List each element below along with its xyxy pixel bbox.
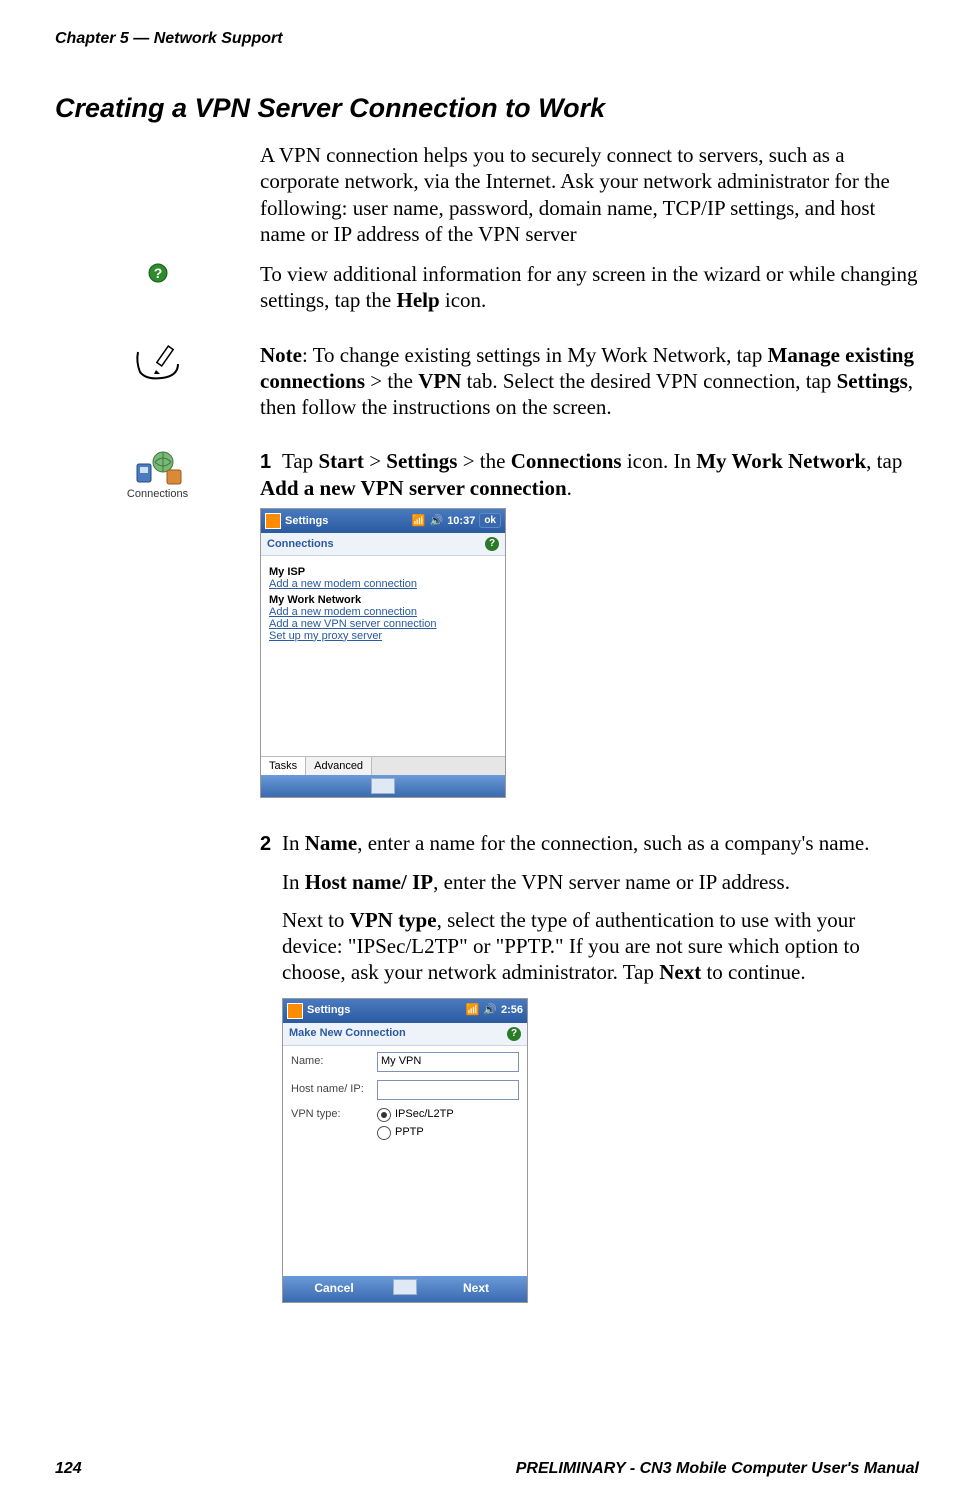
mock2-host-label: Host name/ IP: — [291, 1083, 369, 1097]
start-flag-icon — [265, 513, 281, 529]
mock2-name-label: Name: — [291, 1055, 369, 1069]
intro-paragraph: A VPN connection helps you to securely c… — [260, 142, 919, 247]
footer-manual-title: PRELIMINARY - CN3 Mobile Computer User's… — [516, 1460, 919, 1478]
mock1-title: Settings — [285, 515, 328, 527]
start-flag-icon — [287, 1003, 303, 1019]
step-2-block: 2In Name, enter a name for the connectio… — [260, 830, 919, 1303]
mock1-titlebar: Settings 📶 🔊 10:37 ok — [261, 509, 505, 533]
running-head: Chapter 5 — Network Support — [55, 30, 919, 48]
mock2-name-input[interactable]: My VPN — [377, 1052, 519, 1072]
help-icon: ? — [148, 263, 168, 283]
step-2-p2: In Host name/ IP, enter the VPN server n… — [282, 869, 919, 895]
mock2-radio-ipsec[interactable]: IPSec/L2TP — [377, 1108, 454, 1122]
keyboard-icon[interactable] — [393, 1279, 417, 1295]
page-number: 124 — [55, 1460, 82, 1478]
mock2-softbar: Cancel Next — [283, 1276, 527, 1302]
mock2-titlebar: Settings 📶 🔊 2:56 — [283, 999, 527, 1023]
mock1-group-isp: My ISP — [269, 566, 497, 578]
mock1-tab-tasks[interactable]: Tasks — [261, 757, 306, 775]
mock1-link-isp-modem[interactable]: Add a new modem connection — [269, 578, 497, 590]
step-2-p1: 2In Name, enter a name for the connectio… — [260, 830, 919, 857]
mock2-time: 2:56 — [501, 1004, 523, 1018]
mock2-radio-pptp[interactable]: PPTP — [377, 1126, 454, 1140]
mock1-tab-advanced[interactable]: Advanced — [306, 757, 372, 775]
tip-text: To view additional information for any s… — [260, 261, 919, 314]
signal-icon: 📶 — [412, 514, 426, 527]
speaker-icon: 🔊 — [483, 1004, 497, 1018]
mock2-title: Settings — [307, 1004, 350, 1018]
connections-icon: Connections — [127, 450, 188, 500]
mock1-group-work: My Work Network — [269, 594, 497, 606]
mock1-link-work-proxy[interactable]: Set up my proxy server — [269, 630, 497, 642]
note-pencil-icon — [134, 344, 182, 382]
note-row: Note: To change existing settings in My … — [55, 342, 919, 435]
keyboard-icon[interactable] — [371, 778, 395, 794]
mock2-help-icon[interactable]: ? — [507, 1027, 521, 1041]
mock2-host-input[interactable] — [377, 1080, 519, 1100]
mock1-link-work-modem[interactable]: Add a new modem connection — [269, 606, 497, 618]
note-text: Note: To change existing settings in My … — [260, 342, 919, 421]
screenshot-connections: Settings 📶 🔊 10:37 ok Connections ? My I… — [260, 508, 506, 798]
mock1-subtitle: Connections ? — [261, 533, 505, 556]
speaker-icon: 🔊 — [429, 514, 443, 527]
screenshot-make-new-connection: Settings 📶 🔊 2:56 Make New Connection ? … — [282, 998, 528, 1303]
mock2-subtitle: Make New Connection ? — [283, 1023, 527, 1046]
connections-icon-label: Connections — [127, 488, 188, 500]
step-1-text: 1Tap Start > Settings > the Connections … — [260, 448, 919, 501]
mock2-next-button[interactable]: Next — [425, 1281, 527, 1296]
ok-button[interactable]: ok — [479, 513, 501, 528]
mock1-time: 10:37 — [447, 515, 475, 527]
step-1-row: Connections 1Tap Start > Settings > the … — [55, 448, 919, 815]
section-heading: Creating a VPN Server Connection to Work — [55, 93, 919, 124]
tip-row: ? To view additional information for any… — [55, 261, 919, 328]
step-2-p3: Next to VPN type, select the type of aut… — [282, 907, 919, 986]
svg-text:?: ? — [153, 265, 162, 281]
signal-icon: 📶 — [466, 1004, 480, 1018]
mock1-help-icon[interactable]: ? — [485, 537, 499, 551]
mock2-vpntype-label: VPN type: — [291, 1108, 369, 1122]
mock1-link-work-vpn[interactable]: Add a new VPN server connection — [269, 618, 497, 630]
page-footer: 124 PRELIMINARY - CN3 Mobile Computer Us… — [55, 1460, 919, 1478]
mock2-cancel-button[interactable]: Cancel — [283, 1281, 385, 1296]
mock1-sipbar — [261, 775, 505, 797]
